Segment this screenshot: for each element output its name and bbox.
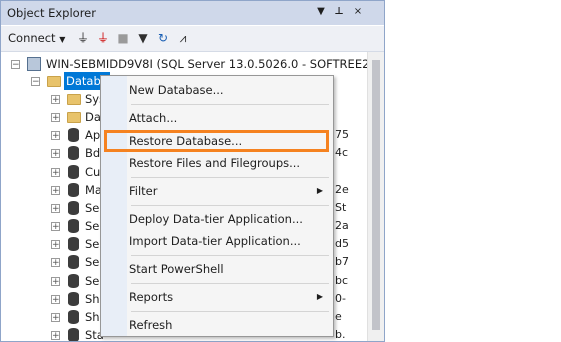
menu-separator (131, 311, 329, 312)
connect-label: Connect (8, 31, 56, 45)
expand-icon[interactable]: + (51, 312, 60, 322)
expand-icon[interactable]: + (51, 149, 60, 159)
menu-item-start-powershell[interactable]: Start PowerShell (129, 258, 329, 280)
tree-node-label-overflow: b. (335, 327, 346, 341)
database-icon (68, 327, 79, 341)
server-label: WIN-SEBMIDD9V8I (SQL Server 13.0.5026.0 … (46, 57, 385, 71)
menu-separator (131, 283, 329, 284)
window-position-icon[interactable]: ▼ (314, 5, 328, 19)
server-icon (27, 57, 41, 71)
menu-item-label: Start PowerShell (129, 262, 224, 276)
database-icon (68, 273, 79, 288)
menu-separator (131, 104, 329, 105)
menu-separator (131, 255, 329, 256)
collapse-icon[interactable]: − (11, 60, 20, 70)
vertical-scrollbar[interactable] (367, 52, 384, 341)
title-bar: Object Explorer ▼ ⊥ × (1, 1, 384, 25)
menu-item-label: Refresh (129, 318, 173, 332)
menu-item-reports[interactable]: Reports ▶ (129, 286, 329, 308)
expand-icon[interactable]: + (51, 113, 60, 123)
connect-icon[interactable]: ⏚ (75, 30, 91, 46)
tree-node-label: Sh (85, 309, 100, 324)
tree-node-label: Ap (85, 128, 101, 143)
menu-item-import-data-tier[interactable]: Import Data-tier Application... (129, 230, 329, 252)
expand-icon[interactable]: + (51, 203, 60, 213)
database-icon (68, 309, 79, 324)
collapse-icon[interactable]: − (31, 77, 40, 87)
folder-icon (47, 76, 61, 87)
expand-icon[interactable]: + (51, 131, 60, 141)
tree-node-label: Bd (85, 146, 101, 161)
menu-item-label: Reports (129, 290, 174, 304)
close-icon[interactable]: × (351, 5, 365, 19)
tree-node-label-overflow: 0- (335, 291, 346, 305)
folder-icon (67, 94, 81, 105)
submenu-arrow-icon: ▶ (316, 186, 323, 195)
menu-separator (131, 205, 329, 206)
tree-node-label-overflow: e (335, 309, 342, 323)
menu-item-label: Import Data-tier Application... (129, 234, 301, 248)
stop-icon[interactable]: ■ (115, 30, 131, 46)
expand-icon[interactable]: + (51, 222, 60, 232)
expand-icon[interactable]: + (51, 95, 60, 105)
database-icon (68, 128, 79, 143)
tree-node-label-overflow: 2e (335, 182, 349, 196)
menu-item-label: Attach... (129, 111, 178, 125)
tree-node-label-overflow: St (335, 200, 347, 214)
panel-title: Object Explorer (7, 6, 96, 20)
menu-gutter (101, 76, 127, 336)
refresh-icon[interactable]: ↻ (155, 30, 171, 46)
database-icon (68, 255, 79, 270)
menu-item-label: Filter (129, 184, 158, 198)
menu-item-deploy-data-tier[interactable]: Deploy Data-tier Application... (129, 208, 329, 230)
database-icon (68, 237, 79, 252)
expand-icon[interactable]: + (51, 276, 60, 286)
submenu-arrow-icon: ▶ (316, 292, 323, 301)
tree-node-label-overflow: d5 (335, 237, 349, 251)
toolbar: Connect ▼ ⏚ ⏚ ■ ▼ ↻ ⩘ (1, 26, 384, 52)
menu-separator (131, 177, 329, 178)
tree-node-label-overflow: bc (335, 273, 349, 287)
tree-node-label-overflow: 75 (335, 128, 349, 142)
menu-item-refresh[interactable]: Refresh (129, 314, 329, 336)
menu-item-attach[interactable]: Attach... (129, 107, 329, 129)
menu-item-label: Deploy Data-tier Application... (129, 212, 303, 226)
tree-node-label-overflow: 4c (335, 146, 349, 160)
menu-item-label: New Database... (129, 83, 224, 97)
database-icon (68, 146, 79, 161)
expand-icon[interactable]: + (51, 185, 60, 195)
expand-icon[interactable]: + (51, 240, 60, 250)
expand-icon[interactable]: + (51, 258, 60, 268)
menu-item-restore-files[interactable]: Restore Files and Filegroups... (129, 152, 329, 174)
tree-node-label: Da (85, 110, 101, 125)
database-icon (68, 219, 79, 234)
tree-node-label-overflow: 2a (335, 219, 349, 233)
highlight-outline (104, 130, 329, 152)
database-icon (68, 164, 79, 179)
connect-button[interactable]: Connect ▼ (8, 31, 65, 45)
menu-item-filter[interactable]: Filter ▶ (129, 180, 329, 202)
database-icon (68, 291, 79, 306)
folder-icon (67, 112, 81, 124)
scrollbar-thumb[interactable] (372, 60, 380, 330)
expand-icon[interactable]: + (51, 330, 60, 340)
tree-node-server[interactable]: − WIN-SEBMIDD9V8I (SQL Server 13.0.5026.… (11, 55, 384, 73)
activity-monitor-icon[interactable]: ⩘ (175, 30, 191, 46)
tree-node-label: Cu (85, 164, 101, 179)
expand-icon[interactable]: + (51, 294, 60, 304)
menu-item-label: Restore Files and Filegroups... (129, 156, 301, 170)
disconnect-icon[interactable]: ⏚ (95, 30, 111, 46)
database-icon (68, 200, 79, 215)
filter-icon[interactable]: ▼ (135, 30, 151, 46)
chevron-down-icon: ▼ (59, 35, 66, 44)
tree-node-label-overflow: b7 (335, 255, 349, 269)
tree-node-label: Sh (85, 291, 100, 306)
pin-icon[interactable]: ⊥ (332, 5, 346, 19)
expand-icon[interactable]: + (51, 167, 60, 177)
menu-item-new-database[interactable]: New Database... (129, 79, 329, 101)
context-menu: New Database... Attach... Restore Databa… (100, 75, 334, 337)
database-icon (68, 182, 79, 197)
